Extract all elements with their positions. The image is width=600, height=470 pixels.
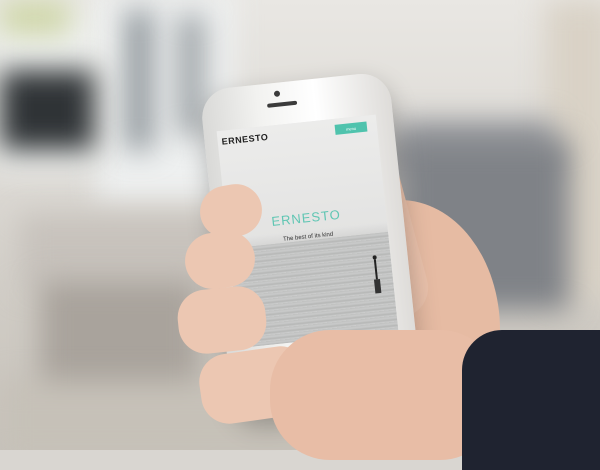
plant <box>0 0 70 35</box>
window-pane <box>125 10 153 150</box>
sweater-sleeve <box>462 330 600 470</box>
television <box>0 70 95 150</box>
window-pane <box>178 15 204 135</box>
camera-icon <box>273 90 281 98</box>
speaker-icon <box>267 100 298 108</box>
